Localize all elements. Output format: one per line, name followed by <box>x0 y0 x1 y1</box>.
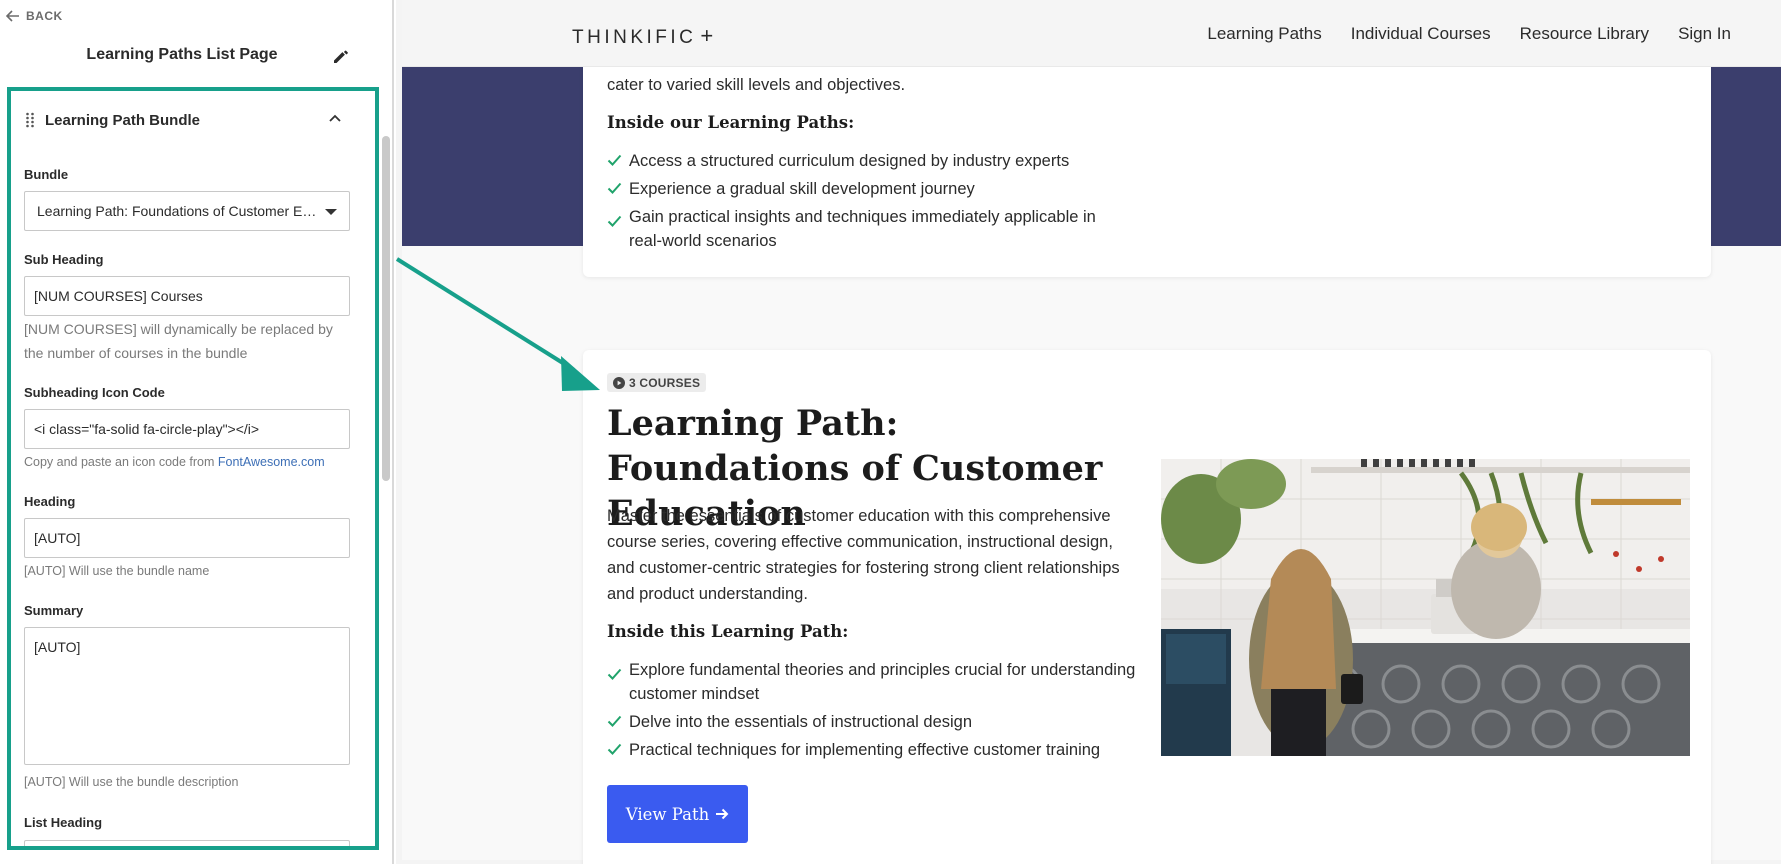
list-item: Experience a gradual skill development j… <box>607 177 1107 201</box>
icon-code-help-text: Copy and paste an icon code from <box>24 455 218 469</box>
editor-panel: BACK Learning Paths List Page Learning P… <box>0 0 394 864</box>
card1-list: Access a structured curriculum designed … <box>607 149 1107 257</box>
heading-help: [AUTO] Will use the bundle name <box>24 564 210 578</box>
list-item-text: Access a structured curriculum designed … <box>629 152 1070 170</box>
icon-code-label: Subheading Icon Code <box>24 385 165 400</box>
nav-individual-courses[interactable]: Individual Courses <box>1351 24 1491 44</box>
shop-counter-photo <box>1161 459 1690 756</box>
view-path-label: View Path <box>625 804 710 824</box>
list-item: Practical techniques for implementing ef… <box>607 738 1147 762</box>
sub-heading-input[interactable]: [NUM COURSES] Courses <box>24 276 350 316</box>
nav-links: Learning Paths Individual Courses Resour… <box>1207 24 1731 44</box>
path-photo <box>1161 459 1690 756</box>
nav-learning-paths[interactable]: Learning Paths <box>1207 24 1321 44</box>
list-heading-input[interactable] <box>24 840 350 846</box>
badge-text: 3 COURSES <box>629 375 701 390</box>
summary-label: Summary <box>24 603 84 618</box>
heading-label: Heading <box>24 494 76 509</box>
list-item-text: Experience a gradual skill development j… <box>629 180 975 198</box>
list-item: Access a structured curriculum designed … <box>607 149 1107 173</box>
icon-code-input[interactable]: <i class="fa-solid fa-circle-play"></i> <box>24 409 350 449</box>
arrow-right-icon <box>716 808 729 820</box>
learning-path-card: 3 COURSES Learning Path: Foundations of … <box>583 350 1711 864</box>
sub-heading-help: [NUM COURSES] will dynamically be replac… <box>24 321 333 361</box>
card2-list: Explore fundamental theories and princip… <box>607 658 1147 766</box>
bundle-select[interactable]: Learning Path: Foundations of Customer E… <box>24 191 350 231</box>
summary-textarea[interactable]: [AUTO] <box>24 627 350 765</box>
check-icon <box>607 154 622 166</box>
preview-page: THINKIFIC + Learning Paths Individual Cou… <box>402 0 1781 864</box>
intro-text: cater to varied skill levels and objecti… <box>607 76 906 94</box>
check-icon <box>607 215 622 227</box>
view-path-button[interactable]: View Path <box>607 785 748 843</box>
heading-input[interactable]: [AUTO] <box>24 518 350 558</box>
check-icon <box>607 743 622 755</box>
panel-scrollbar[interactable] <box>382 136 390 481</box>
site-preview: THINKIFIC + Learning Paths Individual Cou… <box>396 0 1781 864</box>
section-header[interactable]: Learning Path Bundle <box>25 108 365 132</box>
section-title: Learning Path Bundle <box>45 111 201 129</box>
back-link[interactable]: BACK <box>6 9 63 23</box>
pencil-icon[interactable] <box>331 46 351 66</box>
site-navbar: THINKIFIC + Learning Paths Individual Cou… <box>402 0 1781 67</box>
bundle-label: Bundle <box>24 167 69 182</box>
site-logo[interactable]: THINKIFIC + <box>572 23 713 49</box>
caret-down-icon <box>325 209 337 215</box>
nav-resource-library[interactable]: Resource Library <box>1520 24 1649 44</box>
list-heading-label: List Heading <box>24 815 103 830</box>
nav-sign-in[interactable]: Sign In <box>1678 24 1731 44</box>
arrow-left-icon <box>6 10 19 22</box>
learning-paths-intro-card: cater to varied skill levels and objecti… <box>583 40 1711 277</box>
summary-help: [AUTO] Will use the bundle description <box>24 775 239 789</box>
logo-plus: + <box>700 23 714 48</box>
list-item: Delve into the essentials of instruction… <box>607 710 1147 734</box>
list-item-text: Gain practical insights and techniques i… <box>629 208 1096 250</box>
check-icon <box>607 715 622 727</box>
chevron-up-icon[interactable] <box>327 110 343 126</box>
list-item-text: Explore fundamental theories and princip… <box>629 661 1136 703</box>
back-label: BACK <box>26 9 63 23</box>
list-item: Gain practical insights and techniques i… <box>607 205 1107 253</box>
circle-play-icon <box>613 376 625 389</box>
drag-handle-icon[interactable] <box>25 112 35 128</box>
card2-list-heading: Inside this Learning Path: <box>607 622 849 641</box>
check-icon <box>607 668 622 680</box>
icon-code-help: Copy and paste an icon code from FontAwe… <box>24 451 354 474</box>
list-item-text: Practical techniques for implementing ef… <box>629 741 1101 759</box>
fontawesome-link[interactable]: FontAwesome.com <box>218 455 325 469</box>
list-item-text: Delve into the essentials of instruction… <box>629 713 973 731</box>
logo-text: THINKIFIC <box>572 27 697 48</box>
list-item: Explore fundamental theories and princip… <box>607 658 1147 706</box>
path-description: Master the essentials of customer educat… <box>607 507 1120 603</box>
card1-list-heading: Inside our Learning Paths: <box>607 113 855 132</box>
check-icon <box>607 182 622 194</box>
highlighted-section: Learning Path Bundle Bundle Learning Pat… <box>7 87 379 850</box>
bundle-select-value: Learning Path: Foundations of Customer E… <box>37 203 319 219</box>
panel-title: Learning Paths List Page <box>86 46 278 63</box>
sub-heading-label: Sub Heading <box>24 252 104 267</box>
courses-badge: 3 COURSES <box>607 373 707 392</box>
